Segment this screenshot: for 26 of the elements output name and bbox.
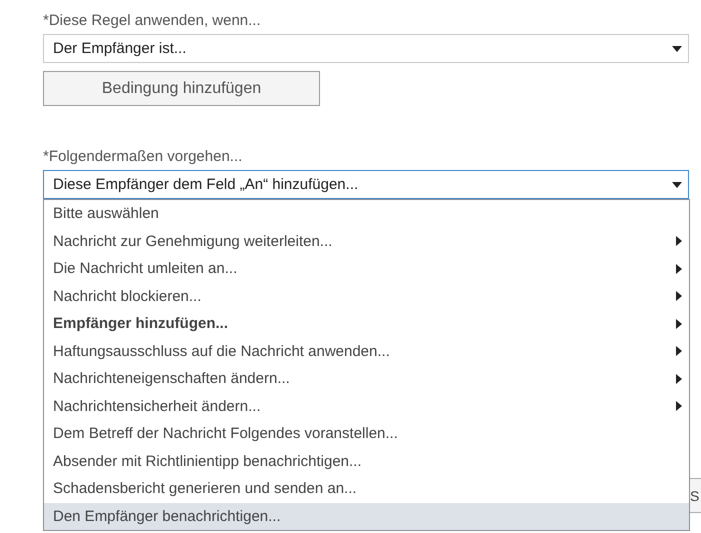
dropdown-option[interactable]: Nachrichteneigenschaften ändern... — [44, 365, 689, 392]
action-dropdown[interactable]: Diese Empfänger dem Feld „An“ hinzufügen... — [43, 170, 689, 199]
dropdown-option[interactable]: Nachricht blockieren... — [44, 282, 689, 310]
dropdown-option[interactable]: Schadensbericht generieren und senden an... — [44, 475, 689, 502]
field-label: *Diese Regel anwenden, wenn... — [43, 11, 261, 31]
submenu-arrow-icon — [676, 374, 682, 384]
dropdown-option[interactable]: Absender mit Richtlinientipp benachrichtigen... — [44, 448, 689, 475]
dropdown-option[interactable]: Nachrichtensicherheit ändern... — [44, 392, 689, 420]
add-condition-button[interactable]: Bedingung hinzufügen — [43, 71, 320, 106]
dropdown-option[interactable]: Bitte auswählen — [44, 200, 689, 228]
caret-icon — [672, 46, 682, 52]
dropdown-option[interactable]: Die Nachricht umleiten an... — [44, 255, 689, 282]
field-label: *Folgendermaßen vorgehen... — [43, 147, 242, 167]
dropdown-option[interactable]: Empfänger hinzufügen... — [44, 310, 689, 338]
dropdown-option[interactable]: Haftungsausschluss auf die Nachricht anwenden... — [44, 338, 689, 365]
dropdown-option[interactable]: Nachricht zur Genehmigung weiterleiten... — [44, 228, 689, 255]
submenu-arrow-icon — [676, 318, 682, 329]
dropdown-option[interactable]: Dem Betreff der Nachricht Folgendes voranstellen... — [44, 420, 689, 448]
submenu-arrow-icon — [676, 236, 682, 246]
submenu-arrow-icon — [676, 264, 682, 274]
submenu-arrow-icon — [676, 401, 682, 412]
submenu-arrow-icon — [676, 291, 682, 302]
caret-icon — [672, 182, 682, 188]
submenu-arrow-icon — [676, 346, 682, 356]
condition-dropdown[interactable]: Der Empfänger ist... — [43, 34, 689, 63]
dropdown-option[interactable]: Den Empfänger benachrichtigen... — [44, 502, 689, 530]
